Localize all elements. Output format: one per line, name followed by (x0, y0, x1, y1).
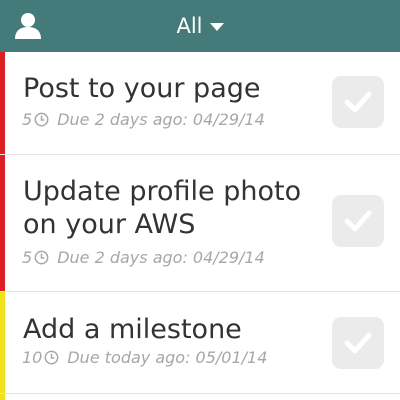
task-meta: 5 Due 2 days ago: 04/29/14 (22, 248, 265, 267)
task-points: 5 (22, 110, 33, 129)
task-meta: 5 Due 2 days ago: 04/29/14 (22, 110, 265, 129)
priority-stripe (0, 52, 5, 154)
clock-icon (34, 250, 49, 265)
priority-stripe (0, 155, 5, 291)
task-title: Update profile photo on your AWS (23, 176, 302, 240)
complete-checkbox[interactable] (332, 317, 384, 369)
task-due: Due today ago: 05/01/14 (67, 348, 268, 367)
task-item[interactable]: Update profile photo on your AWS 5 Due 2… (0, 155, 400, 292)
task-item[interactable]: Add a milestone 10 Due today ago: 05/01/… (0, 292, 400, 394)
app-header: All (0, 0, 400, 52)
filter-container: All (0, 0, 400, 52)
priority-stripe (0, 394, 5, 400)
checkmark-icon (344, 332, 372, 354)
task-title: Post to your page (23, 73, 261, 104)
checkmark-icon (344, 91, 372, 113)
task-meta: 10 Due today ago: 05/01/14 (22, 348, 267, 367)
user-icon[interactable] (14, 11, 42, 39)
task-due: Due 2 days ago: 04/29/14 (57, 248, 265, 267)
complete-checkbox[interactable] (332, 76, 384, 128)
task-item[interactable]: Post to your page 5 Due 2 days ago: 04/2… (0, 52, 400, 155)
clock-icon (34, 112, 49, 127)
clock-icon (44, 350, 59, 365)
task-points: 5 (22, 248, 33, 267)
task-title: Add a milestone (23, 314, 242, 345)
task-points: 10 (22, 348, 43, 367)
task-due: Due 2 days ago: 04/29/14 (57, 110, 265, 129)
chevron-down-icon (209, 23, 224, 31)
checkmark-icon (344, 210, 372, 232)
task-item[interactable] (0, 394, 400, 400)
priority-stripe (0, 292, 5, 393)
filter-label: All (176, 14, 203, 38)
complete-checkbox[interactable] (332, 195, 384, 247)
filter-dropdown[interactable]: All (176, 14, 224, 38)
